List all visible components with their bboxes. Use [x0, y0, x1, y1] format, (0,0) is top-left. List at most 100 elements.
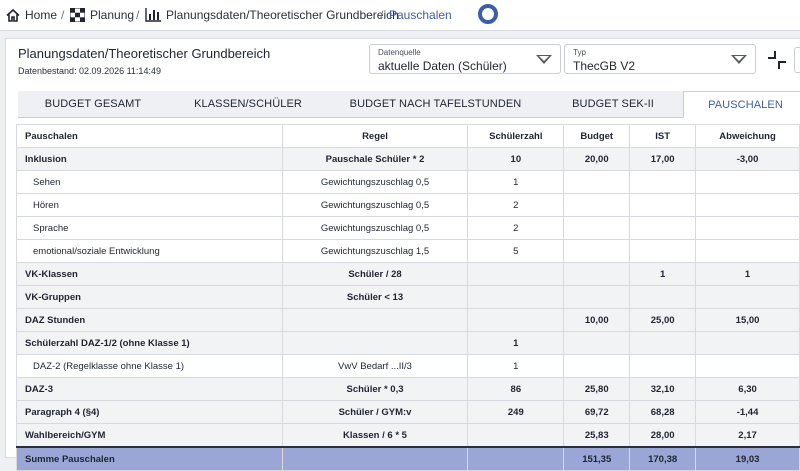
checkered-flag-icon: [70, 8, 85, 22]
tab-klassen-schueler[interactable]: KLASSEN/SCHÜLER: [168, 91, 328, 117]
bar-chart-icon: [145, 8, 161, 22]
table-cell: [467, 423, 565, 448]
table-cell: 28,00: [629, 423, 697, 448]
table-cell: Wahlbereich/GYM: [16, 423, 283, 448]
table-cell: [467, 285, 565, 309]
chevron-down-icon: [731, 55, 747, 64]
pauschalen-table: Pauschalen Regel Schülerzahl Budget IST …: [16, 124, 800, 471]
table-cell: [563, 262, 631, 286]
tab-pauschalen[interactable]: PAUSCHALEN: [683, 91, 800, 118]
tab-bar: BUDGET GESAMT KLASSEN/SCHÜLER BUDGET NAC…: [18, 91, 800, 118]
table-cell: [629, 216, 697, 240]
table-cell: 10,00: [563, 308, 631, 332]
breadcrumb-planung-label: Planung: [90, 8, 135, 22]
top-navigation-bar: Home / Planung / Planungsdaten/Theoretis…: [0, 0, 800, 31]
table-cell: DAZ-2 (Regelklasse ohne Klasse 1): [16, 354, 283, 378]
column-header: Schülerzahl: [467, 124, 565, 148]
table-cell: 20,00: [563, 147, 631, 171]
breadcrumb-home[interactable]: Home: [6, 0, 57, 30]
column-header: Pauschalen: [16, 124, 283, 148]
breadcrumb-planung[interactable]: Planung: [70, 0, 134, 30]
table-cell: 1: [467, 354, 565, 378]
typ-label: Typ: [573, 48, 586, 57]
table-cell: 2: [467, 193, 565, 217]
table-row: emotional/soziale Entwicklung Gewichtungs…: [16, 239, 800, 263]
typ-select[interactable]: Typ ThecGB V2: [564, 44, 756, 74]
table-cell: -1,44: [695, 400, 800, 424]
table-cell: -3,00: [695, 147, 800, 171]
table-cell: [563, 285, 631, 309]
side-panel-button[interactable]: [794, 47, 800, 73]
table-cell: 2: [467, 216, 565, 240]
table-cell: [695, 170, 800, 194]
table-cell: [629, 354, 697, 378]
tab-budget-nach-tafelstunden[interactable]: BUDGET NACH TAFELSTUNDEN: [328, 91, 543, 117]
typ-value: ThecGB V2: [573, 59, 636, 73]
chevron-down-icon: [536, 55, 552, 64]
tab-budget-sek-ii[interactable]: BUDGET SEK-II: [543, 91, 683, 117]
table-cell: 10: [467, 147, 565, 171]
table-cell: 25,80: [563, 377, 631, 401]
table-cell: Gewichtungszuschlag 1,5: [281, 239, 469, 263]
table-cell: Inklusion: [16, 147, 283, 171]
table-row: Inklusion Pauschale Schüler * 2 10 20,00 17,…: [16, 147, 800, 171]
table-cell: 6,30: [695, 377, 800, 401]
table-cell: Sehen: [16, 170, 283, 194]
table-row: Hören Gewichtungszuschlag 0,5 2: [16, 193, 800, 217]
table-cell: [695, 239, 800, 263]
table-row: DAZ-3 Schüler * 0,3 86 25,80 32,10 6,30: [16, 377, 800, 401]
table-cell: DAZ-3: [16, 377, 283, 401]
table-row: VK-Klassen Schüler / 28 1 1: [16, 262, 800, 286]
table-cell: [563, 331, 631, 355]
table-cell: VwV Bedarf ...II/3: [281, 354, 469, 378]
table-cell: 151,35: [563, 446, 631, 471]
table-cell: Schüler * 0,3: [281, 377, 469, 401]
table-cell: [629, 285, 697, 309]
tab-budget-gesamt[interactable]: BUDGET GESAMT: [18, 91, 168, 117]
table-cell: 69,72: [563, 400, 631, 424]
table-cell: 32,10: [629, 377, 697, 401]
table-cell: 1: [467, 170, 565, 194]
table-cell: [629, 193, 697, 217]
table-cell: Gewichtungszuschlag 0,5: [281, 216, 469, 240]
table-cell: Summe Pauschalen: [16, 446, 283, 471]
table-row: DAZ Stunden 10,00 25,00 15,00: [16, 308, 800, 332]
table-cell: 19,03: [695, 446, 800, 471]
breadcrumb-planungsdaten[interactable]: Planungsdaten/Theoretischer Grundbereich: [145, 0, 399, 30]
table-cell: 2,17: [695, 423, 800, 448]
table-cell: Pauschale Schüler * 2: [281, 147, 469, 171]
table-cell: [563, 170, 631, 194]
home-icon: [6, 8, 20, 22]
table-cell: [629, 170, 697, 194]
breadcrumb-home-label: Home: [25, 8, 58, 22]
column-header: Budget: [563, 124, 631, 148]
table-cell: 1: [695, 262, 800, 286]
table-cell: [563, 354, 631, 378]
collapse-icon[interactable]: [766, 49, 788, 71]
breadcrumb-current: Pauschalen: [389, 8, 452, 22]
table-cell: Sprache: [16, 216, 283, 240]
table-row: Paragraph 4 (§4) Schüler / GYM:v 249 69,72 6…: [16, 400, 800, 424]
table-cell: [563, 216, 631, 240]
table-cell: 170,38: [629, 446, 697, 471]
table-row: VK-Gruppen Schüler < 13: [16, 285, 800, 309]
table-cell: Schüler < 13: [281, 285, 469, 309]
table-cell: [281, 446, 469, 471]
table-cell: 86: [467, 377, 565, 401]
table-cell: [695, 193, 800, 217]
table-cell: [629, 239, 697, 263]
table-cell: 68,28: [629, 400, 697, 424]
breadcrumb-separator: /: [136, 8, 140, 22]
datenquelle-label: Datenquelle: [378, 48, 421, 57]
data-timestamp: Datenbestand: 02.09.2026 11:14:49: [18, 66, 161, 76]
table-cell: [467, 262, 565, 286]
table-cell: 15,00: [695, 308, 800, 332]
table-cell: 25,83: [563, 423, 631, 448]
table-cell: [629, 331, 697, 355]
table-cell: Gewichtungszuschlag 0,5: [281, 193, 469, 217]
table-cell: VK-Klassen: [16, 262, 283, 286]
datenquelle-select[interactable]: Datenquelle aktuelle Daten (Schüler): [369, 44, 561, 74]
table-cell: Schülerzahl DAZ-1/2 (ohne Klasse 1): [16, 331, 283, 355]
help-lifebuoy-icon[interactable]: [478, 4, 498, 24]
table-cell: [563, 193, 631, 217]
